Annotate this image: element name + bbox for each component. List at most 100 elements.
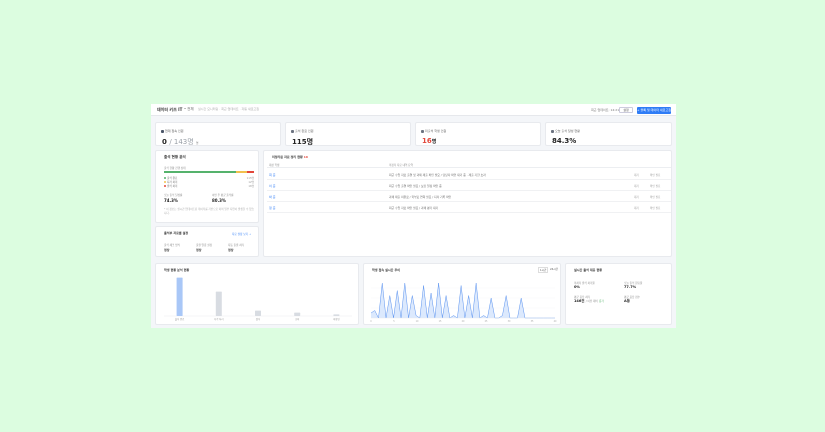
kpi-label: 미출석 학생 인원 [425,129,447,133]
student-name-link[interactable]: 박 준 [269,195,275,199]
x-tick-label: 15 [439,320,442,323]
summary-value: 0% [574,285,580,289]
kpi-label: 출석 완료 인원 [295,129,314,133]
kpi-card-online: 현재 접속 인원 0 / 143명 명 [155,122,281,146]
progress-segment-지각 [236,171,247,173]
table-row[interactable]: 정 준 최근 수업 자료 확인 필요 / 과제 평가 대기 대기 확인 필요 [267,202,671,213]
card-title-text: 미정리된 자료 정리 현황 [272,155,303,159]
kpi-value: 0 / 143명 명 [162,137,198,147]
info-note: * 이 정보는 실시간 업데이트된 데이터를 기반으로 하며 일부 지연이 발생… [164,208,254,215]
row-action[interactable]: 확인 필요 [650,195,660,199]
legend-label: 결석 처리 [167,185,178,188]
live-status: 실시간 모니터링 · 최근 업데이트 · 자동 새로고침 [198,107,260,111]
row-status: 대기 [634,207,639,210]
x-tick-label: 출석 완료 [175,317,185,321]
row-action[interactable]: 확인 필요 [650,173,660,177]
check-icon [291,129,294,133]
dashboard-frame: 데이터 키즈 IT • 전체 실시간 모니터링 · 최근 업데이트 · 자동 새… [151,104,676,328]
range-1h-button[interactable]: 1시간 [538,267,549,273]
stat-label: 이번 주 평균 출석률 [212,194,234,197]
bar [294,312,301,316]
summary-value-sub: / 이전 대비 [585,300,598,303]
summary-value: A등 [624,299,630,303]
kpi-card-rate: 오늘 출석 달성 현황 84.3% [545,122,672,146]
kpi-label: 현재 접속 인원 [165,129,184,133]
class-select[interactable]: • 전체 [184,107,194,112]
card-title: 미정리된 자료 정리 현황 16 [272,155,308,159]
x-tick-label: 5 [393,320,395,323]
bar-chart-card: 학생 현황 분석 현황 출석 완료 지각 처리 결석 조퇴 미확인 [155,263,359,325]
x-tick-label: 조퇴 [295,317,299,321]
kpi-value: 84.3% [552,137,577,145]
x-tick-label: 35 [531,320,534,323]
table-row[interactable]: 최 준 최근 수업 자료 출결 및 과제 제출 확인 필요 / 담당자 확인 대… [267,169,671,180]
app-title: 데이터 키즈 IT [157,107,183,112]
card-title: 출석 현황 분석 [164,155,186,159]
card-title: 실시간 출석 대응 현황 [574,268,602,272]
kpi-card-attended: 출석 완료 인원 115명 [285,122,411,146]
unresolved-table-card: 미정리된 자료 정리 현황 16 대상 학생 미정리 자료 내역 요약 최 준 … [263,150,672,257]
card-title: 학생 현황 분석 현황 [164,268,190,272]
row-status: 대기 [634,196,639,199]
stat-label: 오늘 출석 달성률 [164,194,183,197]
dot-icon [164,181,166,183]
chart-icon [551,129,554,133]
x-tick-label: 지각 처리 [214,317,224,321]
bar [333,314,340,316]
attendance-status-card: 출석 현황 분석 출석 현황 진행 상태 출석 완료 115명 지각 처리 12명 … [155,150,259,223]
settings-button[interactable]: 설정 [619,107,633,113]
row-status: 대기 [634,174,639,177]
bar [215,291,222,316]
kpi-value: 16명 [422,137,436,145]
bar [255,310,261,316]
row-action[interactable]: 확인 필요 [650,206,660,210]
range-24h-button[interactable]: 24시간 [550,267,558,271]
legend-list: 출석 완료 115명 지각 처리 12명 결석 처리 16명 [164,176,254,188]
bar [176,277,183,316]
dot-icon [164,185,166,187]
progress-segment-출석 [164,171,236,173]
stat-value: 80.3% [212,198,226,203]
student-name-link[interactable]: 정 준 [269,206,275,210]
legend-value: 16명 [248,185,254,188]
x-tick-label: 미확인 [333,317,340,321]
card-title: 출석부 자료를 설정 [164,231,189,235]
summary-value-trend: 증가 [599,300,604,303]
progress-label: 출석 현황 진행 상태 [164,167,186,170]
summary-value: 77.7% [624,285,637,289]
row-status: 대기 [634,185,639,188]
kpi-value-main: 16 [422,137,432,145]
x-tick-label: 0 [370,320,372,323]
row-description: 최근 수업 자료 출결 및 과제 제출 확인 필요 / 담당자 확인 대기 중 … [389,173,486,177]
kpi-unit: 명 [431,139,437,145]
kpi-unit: 명 [195,141,199,145]
attendance-progress-bar [164,171,254,173]
stat-value: 74.3% [164,198,178,203]
summary-card: 실시간 출석 대응 현황 미처리 결석 처리율 0% 오늘 출석 완료율 77.… [565,263,672,325]
last-updated: 최근 업데이트: 14:21 [591,107,620,112]
line-chart: 0 5 10 15 20 25 30 35 40 [370,282,557,323]
kpi-card-absent: 미출석 학생 인원 16명 [415,122,541,146]
dot-icon [164,177,166,179]
x-tick-label: 40 [554,320,557,323]
table-row[interactable]: 이 준 최근 수업 출결 확인 필요 / 보강 일정 확인 중 대기 확인 필요 [267,180,671,191]
user-icon [161,129,164,133]
summary-value-main: 146건 [574,299,585,303]
setting-label: 출석 체크 방식 [164,244,180,247]
x-tick-label: 25 [485,320,488,323]
setting-value: 정상 [228,248,234,252]
table-header: 대상 학생 미정리 자료 내역 요약 [267,162,671,168]
table-row[interactable]: 박 준 과제 제출 미완료 / 학부모 연락 필요 / 지각 기록 확인 대기 … [267,191,671,202]
refresh-button[interactable]: + 블록 및 데이터 새로고침 [637,106,671,114]
x-tick-label: 10 [416,320,419,323]
class-settings-card: 출석부 자료를 설정 자료 설정 보기 → 출석 체크 방식 정상 출결 알림 … [155,226,259,257]
row-description: 최근 수업 출결 확인 필요 / 보강 일정 확인 중 [389,184,442,188]
row-action[interactable]: 확인 필요 [650,184,660,188]
progress-segment-결석 [246,171,254,173]
kpi-label: 오늘 출석 달성 현황 [555,129,580,133]
student-name-link[interactable]: 이 준 [269,184,275,188]
student-name-link[interactable]: 최 준 [269,173,275,177]
line-chart-card: 학생 접속 실시간 추이 1시간 24시간 0 5 10 15 20 25 30 35 40 [363,263,561,325]
settings-link[interactable]: 자료 설정 보기 → [232,232,251,236]
x-tick-label: 20 [462,320,465,323]
